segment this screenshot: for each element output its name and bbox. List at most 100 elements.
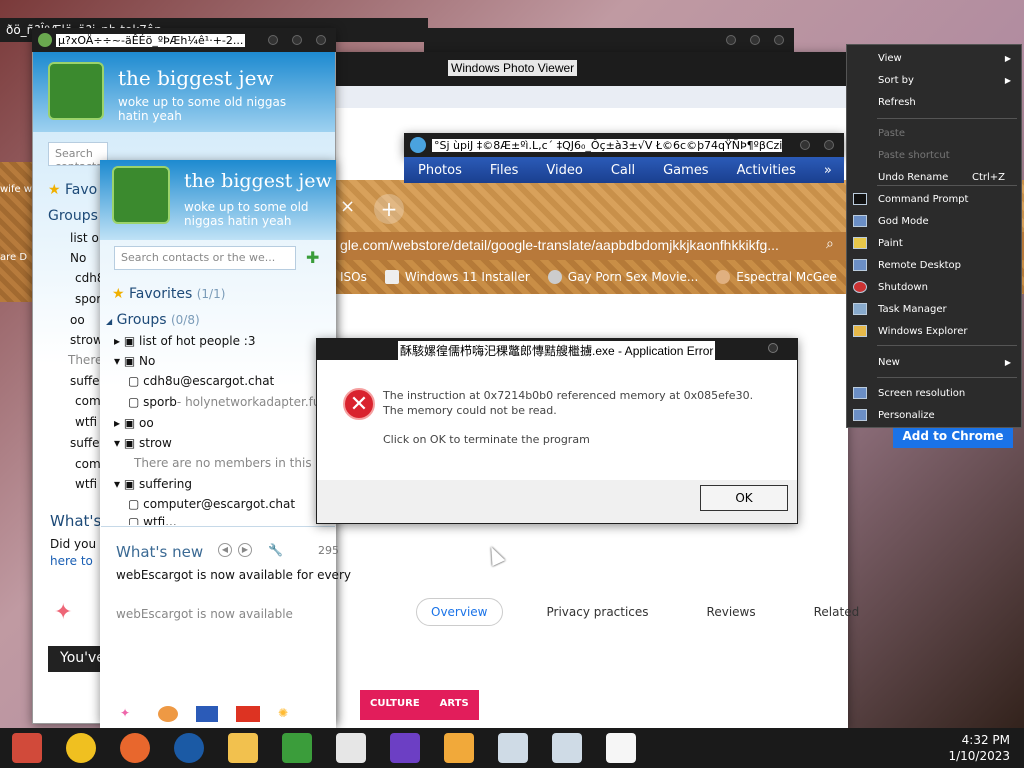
menu-item-paint[interactable]: Paint xyxy=(847,232,1021,254)
list-item[interactable]: oo xyxy=(70,313,85,327)
display-name[interactable]: the biggest jew xyxy=(184,170,332,192)
close-icon[interactable] xyxy=(768,343,778,353)
group-item[interactable]: ▾ ▣ strow xyxy=(114,436,172,450)
menu-item-task-manager[interactable]: Task Manager xyxy=(847,298,1021,320)
list-item[interactable]: No xyxy=(70,251,86,265)
obama-logo-icon[interactable] xyxy=(162,728,216,768)
group-item[interactable]: ▾ ▣ suffering xyxy=(114,477,192,491)
tab-privacy[interactable]: Privacy practices xyxy=(533,599,663,625)
search-icon[interactable]: ⌕ xyxy=(826,236,834,252)
youtube-icon[interactable] xyxy=(236,706,260,722)
contact-item[interactable]: ▢ sporb- holynetworkadapter.fun xyxy=(128,395,328,409)
menu-item-sort-by[interactable]: Sort by ▶ xyxy=(847,69,1021,91)
chrome-icon[interactable] xyxy=(54,728,108,768)
tab-overview[interactable]: Overview xyxy=(416,598,503,626)
close-icon[interactable] xyxy=(824,140,834,150)
menu-item-new[interactable]: New ▶ xyxy=(847,351,1021,373)
maximize-icon[interactable] xyxy=(292,35,302,45)
paint-colors-icon[interactable] xyxy=(378,728,432,768)
favorites-header[interactable]: ★ Favo xyxy=(48,182,97,198)
list-item[interactable]: list o xyxy=(70,231,99,245)
status-message[interactable]: woke up to some old niggas hatin yeah xyxy=(184,200,336,228)
contact-item[interactable]: ▢ computer@escargot.chat xyxy=(128,497,295,511)
address-text[interactable]: gle.com/webstore/detail/google-translate… xyxy=(340,237,779,253)
games-window-titlebar[interactable]: °Sj ùpiJ ‡©8Æ±ºì.L,c´ ‡QJ6₀_Ôç±à3±√V Ł©6… xyxy=(404,133,844,157)
bookmark-item[interactable]: Espectral McGee xyxy=(716,270,837,284)
menu-item-view[interactable]: View ▶ xyxy=(847,47,1021,69)
settings-icon[interactable]: 🔧 xyxy=(268,543,283,557)
notepad2-icon[interactable] xyxy=(540,728,594,768)
search-input[interactable]: Search contacts or the we... xyxy=(114,246,296,270)
photo-viewer-titlebar[interactable] xyxy=(336,52,848,86)
add-contact-icon[interactable]: ✚ xyxy=(306,248,319,267)
sun-icon[interactable]: ✺ xyxy=(278,706,298,722)
bookmark-item[interactable]: ISOs xyxy=(340,270,367,284)
blank-doc-icon[interactable] xyxy=(594,728,648,768)
chrome-icon[interactable] xyxy=(158,706,178,722)
favorites-header[interactable]: ★ Favorites (1/1) xyxy=(112,286,225,302)
groups-header[interactable]: Groups xyxy=(48,208,98,224)
menu-item-command-prompt[interactable]: Command Prompt xyxy=(847,188,1021,210)
list-item[interactable]: suffe xyxy=(70,436,100,450)
msn-butterfly-icon[interactable]: ✦ xyxy=(120,706,140,722)
close-icon[interactable] xyxy=(316,35,326,45)
maximize-icon[interactable] xyxy=(750,35,760,45)
group-item[interactable]: ▸ ▣ list of hot people :3 xyxy=(114,334,255,348)
minimize-icon[interactable] xyxy=(800,140,810,150)
news-link[interactable]: here to xyxy=(50,554,93,568)
list-item[interactable]: wtfi xyxy=(75,477,97,491)
list-item[interactable]: suffe xyxy=(70,374,100,388)
tab-related[interactable]: Related xyxy=(800,599,874,625)
status-message[interactable]: woke up to some old niggas hatin yeah xyxy=(118,95,318,123)
list-item[interactable]: wtfi xyxy=(75,415,97,429)
bookmark-item[interactable]: Gay Porn Sex Movie... xyxy=(547,270,698,284)
menu-files[interactable]: Files xyxy=(476,163,533,178)
media-player-icon[interactable] xyxy=(432,728,486,768)
list-item[interactable]: strow xyxy=(70,333,103,347)
news-text[interactable]: webEscargot is now available xyxy=(116,607,293,621)
firefox-icon[interactable] xyxy=(108,728,162,768)
search-input[interactable]: Search contacts or the we... xyxy=(48,142,108,166)
menu-item-windows-explorer[interactable]: Windows Explorer xyxy=(847,320,1021,342)
menu-video[interactable]: Video xyxy=(532,163,596,178)
ad-banner[interactable]: You've xyxy=(48,646,100,672)
menu-item-refresh[interactable]: Refresh xyxy=(847,91,1021,113)
menu-item-remote-desktop[interactable]: Remote Desktop xyxy=(847,254,1021,276)
tag-arts[interactable]: ARTS xyxy=(429,690,479,720)
facebook-icon[interactable] xyxy=(196,706,218,722)
messenger-icon[interactable] xyxy=(270,728,324,768)
news-text[interactable]: webEscargot is now available for every xyxy=(116,568,351,582)
bookmark-item[interactable]: Windows 11 Installer xyxy=(384,270,530,284)
7zip-icon[interactable] xyxy=(324,728,378,768)
display-name[interactable]: the biggest jew xyxy=(118,66,274,90)
menu-call[interactable]: Call xyxy=(597,163,649,178)
clock[interactable]: 4:32 PM 1/10/2023 xyxy=(948,732,1010,764)
messenger-back-titlebar[interactable]: µ?xOÄ÷÷~-äÊÉö_ºÞÆh¼ê¹·+-2... xyxy=(32,28,336,52)
tag-culture[interactable]: CULTURE xyxy=(360,690,430,720)
menu-item-personalize[interactable]: Personalize xyxy=(847,404,1021,426)
menu-item-screen-resolution[interactable]: Screen resolution xyxy=(847,382,1021,404)
groups-header[interactable]: ◢ Groups (0/8) xyxy=(106,312,200,328)
avatar[interactable] xyxy=(48,62,104,120)
contact-item[interactable]: ▢ cdh8u@escargot.chat xyxy=(128,374,274,388)
bg-window-titlebar[interactable] xyxy=(424,28,794,52)
new-tab-button[interactable]: + xyxy=(374,194,404,224)
prev-icon[interactable]: ◀ xyxy=(218,543,232,557)
minimize-icon[interactable] xyxy=(726,35,736,45)
next-icon[interactable]: ▶ xyxy=(238,543,252,557)
menu-more[interactable]: » xyxy=(810,163,846,178)
ok-button[interactable]: OK xyxy=(700,485,788,511)
close-icon[interactable] xyxy=(774,35,784,45)
group-item[interactable]: ▸ ▣ oo xyxy=(114,416,154,430)
tab-close-icon[interactable]: × xyxy=(340,196,355,217)
avatar[interactable] xyxy=(112,166,170,224)
tab-reviews[interactable]: Reviews xyxy=(693,599,770,625)
notepad-icon[interactable] xyxy=(486,728,540,768)
group-item[interactable]: ▾ ▣ No xyxy=(114,354,155,368)
menu-games[interactable]: Games xyxy=(649,163,722,178)
menu-item-god-mode[interactable]: God Mode xyxy=(847,210,1021,232)
start-orb-icon[interactable] xyxy=(0,728,54,768)
menu-activities[interactable]: Activities xyxy=(723,163,810,178)
menu-item-shutdown[interactable]: Shutdown xyxy=(847,276,1021,298)
file-explorer-icon[interactable] xyxy=(216,728,270,768)
